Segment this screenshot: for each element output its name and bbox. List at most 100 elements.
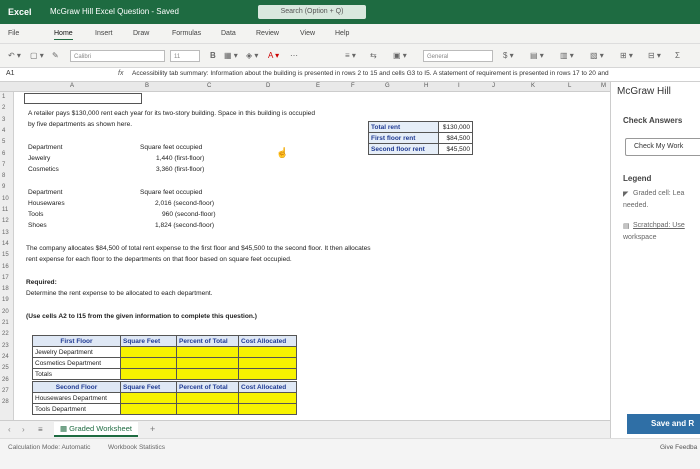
currency-icon[interactable]: $ ▾ [503,50,514,62]
wrap-icon[interactable]: ⇆ [370,50,377,62]
font-name-select[interactable]: Calibri [70,50,165,62]
cell-c10[interactable]: 2,016 (second-floor) [155,200,214,207]
cell-c7[interactable]: 3,360 (first-floor) [156,166,204,173]
row-header[interactable]: 23 [2,343,12,349]
row-header[interactable]: 18 [2,286,12,292]
borders-icon[interactable]: ▦ ▾ [224,50,238,62]
col-header-g[interactable]: G [385,83,390,89]
cell-a7[interactable]: Cosmetics [28,166,59,173]
conditional-format-icon[interactable]: ▤ ▾ [530,50,544,62]
save-button[interactable]: Save and R [627,414,700,434]
cell-a10[interactable]: Housewares [28,200,65,207]
row-header[interactable]: 1 [2,94,12,100]
feedback-link[interactable]: Give Feedba [660,444,697,451]
col-header-k[interactable]: K [531,83,535,89]
row-header[interactable]: 2 [2,105,12,111]
cell-c5[interactable]: Square feet occupied [140,144,202,151]
cell-a1-selected[interactable] [24,93,142,104]
col-header-l[interactable]: L [568,83,571,89]
row-header[interactable]: 15 [2,252,12,258]
rent-label[interactable]: Second floor rent [368,143,439,155]
cell-a9[interactable]: Department [28,189,62,196]
undo-icon[interactable]: ↶ ▾ [8,50,21,62]
row-header[interactable]: 20 [2,309,12,315]
cell-c9[interactable]: Square feet occupied [140,189,202,196]
row-header[interactable]: 27 [2,388,12,394]
input-cell[interactable] [238,346,297,358]
cell-a20[interactable]: (Use cells A2 to I15 from the given info… [26,313,257,320]
search-box[interactable]: Search (Option + Q) [258,5,366,19]
col-header-m[interactable]: M [601,83,606,89]
cell-c11[interactable]: 960 (second-floor) [162,211,216,218]
tab-insert[interactable]: Insert [95,30,113,37]
cell-styles-icon[interactable]: ▧ ▾ [590,50,604,62]
autosum-icon[interactable]: Σ [675,50,680,62]
row-header[interactable]: 13 [2,230,12,236]
cell-a5[interactable]: Department [28,144,62,151]
input-cell[interactable] [120,346,177,358]
more-icon[interactable]: ⋯ [290,50,298,62]
rent-value[interactable]: $130,000 [438,121,473,133]
cell-a14[interactable]: The company allocates $84,500 of total r… [26,245,371,252]
input-cell[interactable] [120,403,177,415]
font-color-icon[interactable]: A ▾ [268,50,279,62]
row-header[interactable]: 8 [2,173,12,179]
name-box[interactable]: A1 [6,70,15,77]
input-cell[interactable] [176,403,239,415]
clipboard-icon[interactable]: ▢ ▾ [30,50,44,62]
input-cell[interactable] [176,392,239,404]
input-cell[interactable] [120,357,177,369]
tab-draw[interactable]: Draw [133,30,149,37]
cell-a6[interactable]: Jewelry [28,155,50,162]
col-header-d[interactable]: D [266,83,270,89]
col-header-b[interactable]: B [145,83,149,89]
col-header-i[interactable]: I [458,83,460,89]
rent-value[interactable]: $45,500 [438,143,473,155]
input-cell[interactable] [120,368,177,380]
input-cell[interactable] [238,357,297,369]
row-header[interactable]: 6 [2,151,12,157]
workbook-stats[interactable]: Workbook Statistics [108,444,165,451]
row-header[interactable]: 19 [2,297,12,303]
tab-help[interactable]: Help [335,30,349,37]
row-header[interactable]: 11 [2,207,12,213]
bold-icon[interactable]: B [210,50,216,62]
delete-cells-icon[interactable]: ⊟ ▾ [648,50,661,62]
col-header-h[interactable]: H [424,83,428,89]
row-header[interactable]: 21 [2,320,12,326]
check-my-work-button[interactable]: Check My Work [625,138,700,156]
row-header[interactable]: 7 [2,162,12,168]
sheet-tab-graded[interactable]: ▦ Graded Worksheet [54,422,138,437]
col-header-e[interactable]: E [316,83,320,89]
col-header-j[interactable]: J [492,83,495,89]
row-header[interactable]: 24 [2,354,12,360]
cell-a11[interactable]: Tools [28,211,43,218]
fx-icon[interactable]: fx [118,70,123,77]
add-sheet-icon[interactable]: + [150,424,155,434]
input-cell[interactable] [176,368,239,380]
input-cell[interactable] [238,403,297,415]
row-header[interactable]: 9 [2,184,12,190]
cell-a17[interactable]: Required: [26,279,57,286]
col-header-c[interactable]: C [207,83,211,89]
number-format-select[interactable]: General [423,50,493,62]
row-header[interactable]: 22 [2,331,12,337]
tab-data[interactable]: Data [221,30,236,37]
col-header-a[interactable]: A [70,83,74,89]
font-size-select[interactable]: 11 [170,50,200,62]
worksheet-grid[interactable]: A retailer pays $130,000 rent each year … [14,92,610,420]
row-header[interactable]: 10 [2,196,12,202]
input-cell[interactable] [238,392,297,404]
cell-a3[interactable]: by five departments as shown here. [28,121,132,128]
cell-a15[interactable]: rent expense for each floor to the depar… [26,256,292,263]
row-header[interactable]: 14 [2,241,12,247]
row-header[interactable]: 26 [2,377,12,383]
tab-home[interactable]: Home [54,30,73,40]
row-header[interactable]: 17 [2,275,12,281]
row-header[interactable]: 3 [2,117,12,123]
tab-file[interactable]: File [8,30,19,37]
input-cell[interactable] [120,392,177,404]
row-header[interactable]: 12 [2,218,12,224]
next-sheet-icon[interactable]: › [22,425,25,434]
cell-a12[interactable]: Shoes [28,222,47,229]
